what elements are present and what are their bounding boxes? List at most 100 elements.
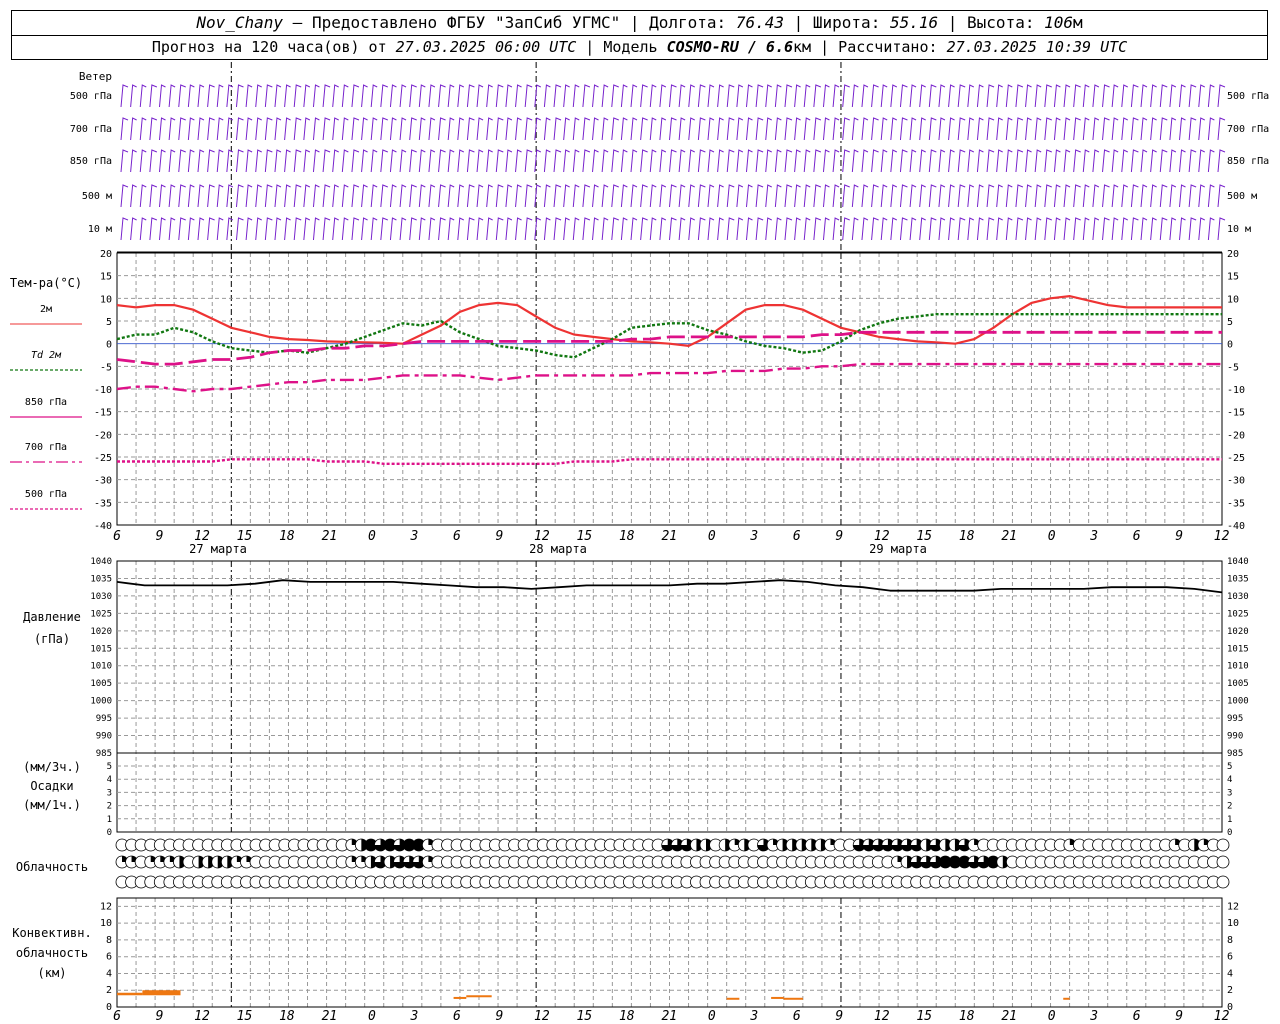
wind-barb	[611, 149, 619, 173]
wind-barb	[322, 184, 331, 208]
temp-tick-right: 5	[1227, 317, 1233, 328]
wind-barb	[630, 84, 638, 108]
wind-barb	[582, 184, 591, 208]
pressure-tick: 1025	[90, 609, 112, 619]
conv-tick-right: 4	[1227, 968, 1233, 979]
wind-barb	[909, 149, 917, 173]
wind-barb	[678, 149, 686, 173]
conv-cloud-bar	[142, 990, 181, 996]
precip-tick-right: 2	[1227, 802, 1232, 812]
wind-barb	[332, 184, 339, 208]
wind-barb	[899, 217, 908, 241]
precip-tick-right: 0	[1227, 828, 1232, 838]
pressure-tick: 1030	[90, 592, 112, 602]
wind-barb	[1092, 217, 1100, 241]
temp-tick: -30	[94, 476, 112, 487]
wind-barb	[1198, 217, 1205, 241]
hour-tick: 9	[495, 529, 503, 544]
pressure-tick: 995	[96, 714, 112, 724]
wind-barb	[207, 149, 215, 173]
wind-barb	[457, 217, 465, 241]
wind-barb	[1053, 117, 1061, 141]
wind-barb	[976, 217, 984, 241]
date-label: 27 марта	[189, 542, 247, 556]
hour-tick: 6	[453, 1009, 461, 1024]
wind-barb	[592, 217, 599, 241]
wind-barb	[139, 184, 147, 208]
hour-tick: 21	[1001, 1009, 1017, 1024]
wind-barb	[245, 84, 253, 108]
wind-barb	[168, 217, 176, 241]
wind-barb	[649, 217, 657, 241]
temp-tick-right: 10	[1227, 294, 1239, 305]
wind-barb	[717, 149, 724, 173]
date-label: 29 марта	[869, 542, 927, 556]
wind-barb	[370, 184, 378, 208]
wind-barb	[601, 84, 609, 108]
wind-barb	[120, 117, 129, 141]
wind-barb	[178, 84, 186, 108]
wind-barb	[130, 184, 137, 208]
wind-barb	[255, 84, 262, 108]
wind-barb	[466, 117, 475, 141]
wind-barb	[659, 217, 667, 241]
wind-level-label: 850 гПа	[70, 156, 112, 167]
wind-barb	[370, 217, 378, 241]
wind-barb	[996, 149, 1003, 173]
pressure-tick-right: 1030	[1227, 592, 1249, 602]
wind-barb	[312, 84, 320, 108]
wind-barb	[293, 84, 302, 108]
wind-barb	[255, 184, 262, 208]
wind-barb	[611, 217, 619, 241]
wind-barb	[409, 84, 417, 108]
wind-barb	[592, 117, 599, 141]
wind-barb	[948, 149, 955, 173]
wind-barb	[794, 84, 801, 108]
wind-barb	[187, 149, 195, 173]
temp-tick-right: -30	[1227, 476, 1245, 487]
wind-barb	[630, 117, 638, 141]
wind-barb	[1130, 117, 1139, 141]
wind-barb	[1159, 217, 1168, 241]
precip-unit: (мм/3ч.)	[23, 760, 81, 774]
wind-barb	[861, 217, 869, 241]
wind-barb	[620, 184, 628, 208]
wind-barb	[871, 217, 879, 241]
hour-tick: 18	[959, 529, 975, 544]
wind-barb	[361, 149, 368, 173]
wind-barb	[235, 184, 244, 208]
wind-barb	[418, 217, 426, 241]
wind-barb	[457, 84, 465, 108]
wind-barb	[553, 184, 562, 208]
wind-barb	[1102, 84, 1110, 108]
wind-barb	[1053, 84, 1061, 108]
wind-barb	[1159, 184, 1168, 208]
pressure-tick-right: 1020	[1227, 627, 1249, 637]
wind-barb	[486, 149, 493, 173]
wind-barb	[447, 217, 455, 241]
wind-barb	[1169, 149, 1177, 173]
wind-barb	[572, 184, 580, 208]
wind-barb	[909, 217, 917, 241]
wind-barb	[1111, 117, 1119, 141]
wind-barb	[1044, 149, 1052, 173]
wind-barb	[1140, 117, 1148, 141]
wind-barb	[149, 84, 158, 108]
hour-tick: 21	[1001, 529, 1017, 544]
wind-barb	[1015, 84, 1024, 108]
wind-barb	[1169, 217, 1177, 241]
wind-barb	[543, 84, 551, 108]
hour-tick: 15	[237, 1009, 253, 1024]
wind-barb	[899, 84, 908, 108]
temp-tick: 0	[106, 340, 112, 351]
wind-barb	[736, 84, 744, 108]
wind-barb	[899, 149, 908, 173]
wind-barb	[851, 117, 859, 141]
wind-barb	[322, 117, 331, 141]
wind-barb	[948, 117, 955, 141]
wind-barb	[351, 217, 360, 241]
wind-barb	[659, 117, 667, 141]
wind-barb	[1073, 149, 1081, 173]
wind-barb	[361, 184, 368, 208]
wind-barb	[1015, 184, 1024, 208]
